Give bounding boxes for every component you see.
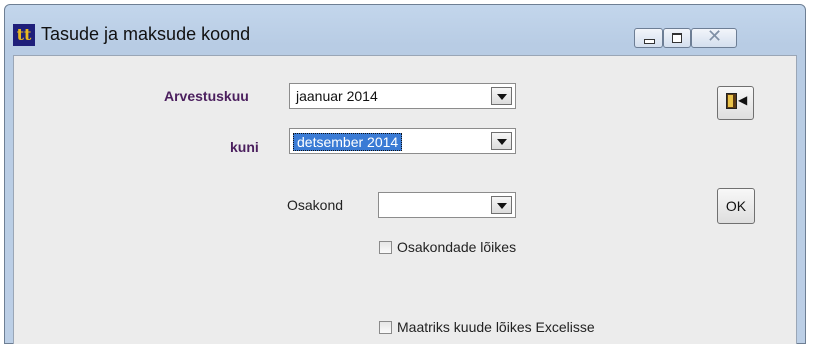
period-from-value: jaanuar 2014: [296, 88, 378, 104]
ok-button[interactable]: OK: [717, 188, 755, 224]
chevron-down-icon[interactable]: [491, 132, 512, 150]
chevron-down-icon[interactable]: [491, 87, 512, 105]
until-label: kuni: [230, 139, 259, 155]
by-department-checkbox[interactable]: [379, 241, 392, 254]
maximize-button[interactable]: [663, 28, 691, 48]
period-to-value: detsember 2014: [293, 133, 403, 151]
arrow-left-icon: ◀: [738, 93, 748, 107]
close-icon: ✕: [707, 26, 723, 47]
dialog-window: tt Tasude ja maksude koond ✕ Arvestuskuu…: [4, 4, 806, 344]
minimize-button[interactable]: [634, 28, 663, 48]
by-department-label: Osakondade lõikes: [397, 239, 517, 255]
period-label: Arvestuskuu: [164, 88, 249, 104]
period-from-select[interactable]: jaanuar 2014: [289, 83, 516, 109]
matrix-excel-checkbox[interactable]: [379, 321, 392, 334]
minimize-icon: [644, 39, 655, 44]
dialog-body: Arvestuskuu jaanuar 2014 kuni detsember …: [13, 55, 797, 344]
window-title: Tasude ja maksude koond: [41, 24, 251, 44]
maximize-icon: [672, 33, 682, 43]
chevron-down-icon[interactable]: [491, 196, 512, 214]
department-label: Osakond: [287, 197, 344, 213]
app-logo-icon: tt: [13, 24, 35, 46]
exit-door-icon: [726, 93, 737, 109]
app-logo-text: tt: [16, 25, 32, 44]
period-to-select[interactable]: detsember 2014: [289, 128, 516, 154]
department-select[interactable]: [378, 192, 516, 218]
matrix-excel-label: Maatriks kuude lõikes Excelisse: [397, 319, 595, 335]
close-button[interactable]: ✕: [691, 26, 737, 48]
exit-button[interactable]: ◀: [717, 86, 754, 120]
title-bar[interactable]: tt Tasude ja maksude koond ✕: [5, 5, 805, 49]
